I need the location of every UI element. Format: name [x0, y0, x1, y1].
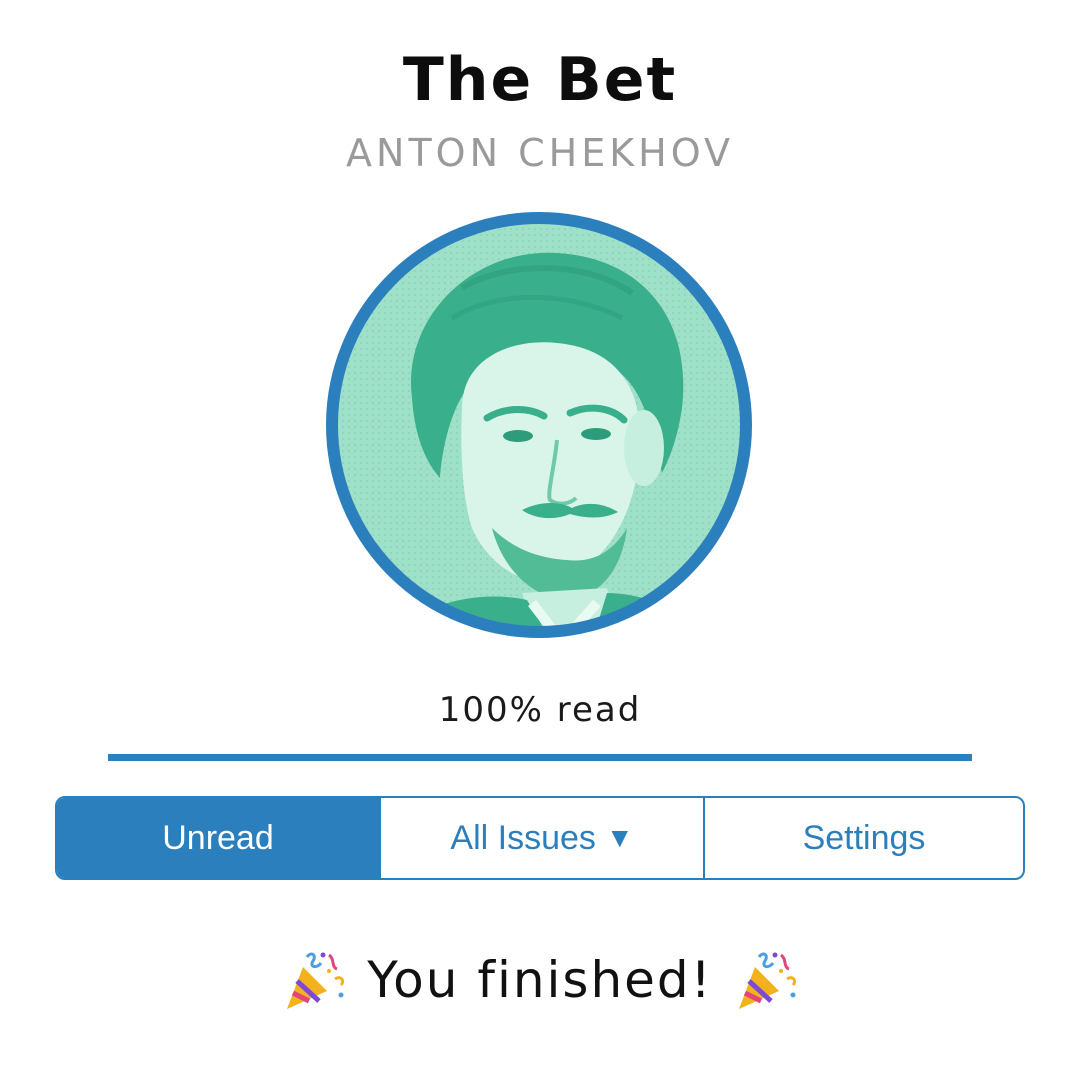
tab-settings[interactable]: Settings: [703, 798, 1023, 878]
tab-all-issues-label: All Issues: [450, 818, 596, 857]
book-author: ANTON CHEKHOV: [346, 131, 734, 175]
completion-text: You finished!: [367, 951, 713, 1009]
triangle-down-icon: ▼: [605, 822, 634, 853]
tab-all-issues[interactable]: All Issues ▼: [379, 798, 703, 878]
book-title: The Bet: [402, 45, 678, 115]
issue-filter-tabs: Unread All Issues ▼ Settings: [55, 796, 1025, 880]
author-portrait-image: [326, 212, 752, 638]
party-popper-icon: [287, 952, 345, 1009]
tab-settings-label: Settings: [802, 818, 926, 857]
progress-bar-fill: [108, 754, 972, 761]
tab-unread[interactable]: Unread: [57, 798, 379, 878]
party-popper-icon: [738, 952, 796, 1009]
author-portrait: [322, 208, 756, 642]
progress-bar: [108, 754, 972, 761]
completion-message: You finished!: [0, 945, 1080, 1015]
progress-label: 100% read: [438, 690, 642, 730]
tab-unread-label: Unread: [162, 818, 274, 857]
